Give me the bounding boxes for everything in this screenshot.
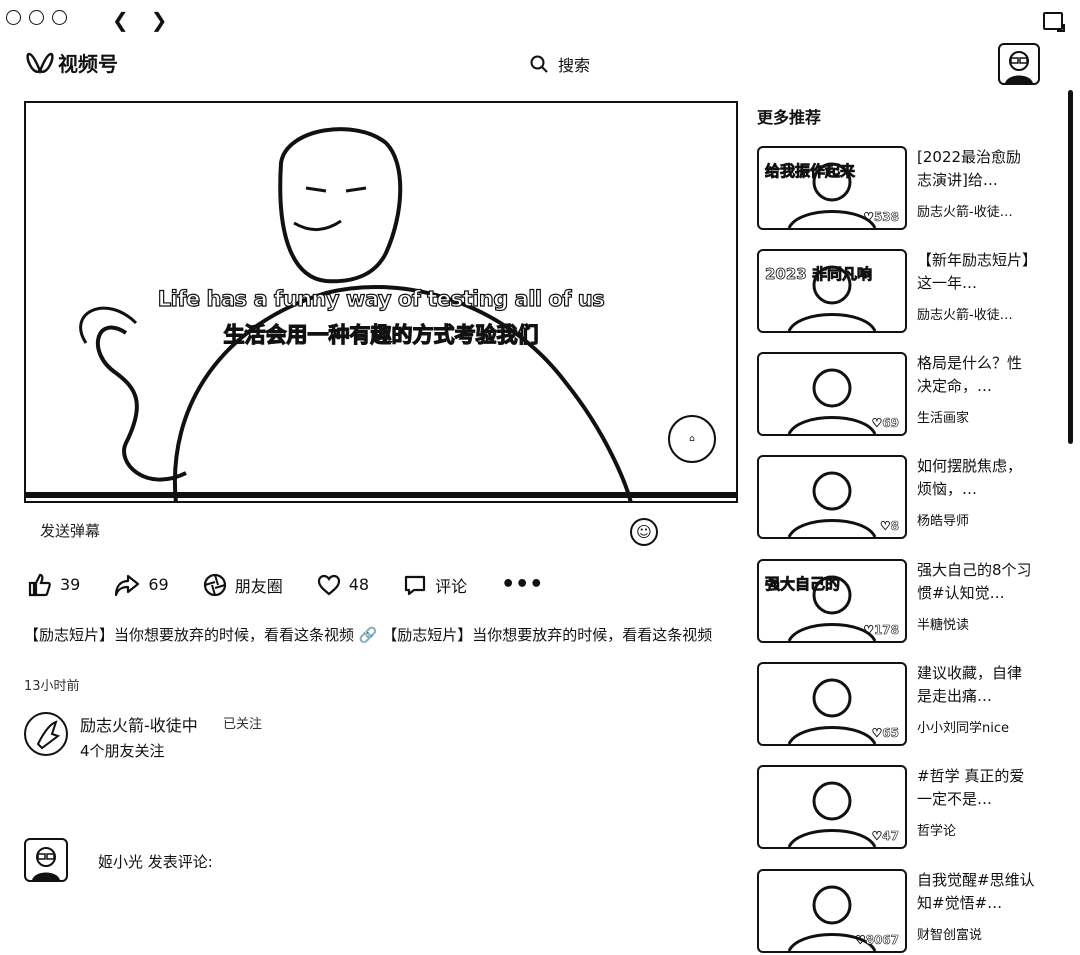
thumbnail-image: 2023 非同凡响	[765, 265, 877, 331]
recommend-author[interactable]: 哲学论	[917, 820, 1067, 839]
zoom-window-button[interactable]	[52, 10, 67, 25]
window-controls	[6, 10, 67, 25]
thumbnail-likes: ♡178	[863, 623, 899, 638]
recommend-item[interactable]: ♡47 #哲学 真正的爱一定不是… 哲学论	[757, 765, 1067, 851]
author-avatar-image	[36, 720, 61, 750]
recommend-title: 更多推荐	[757, 108, 822, 127]
recommend-author[interactable]: 小小刘同学nice	[917, 717, 1067, 736]
aperture-icon	[203, 573, 226, 596]
author-avatar[interactable]	[24, 712, 68, 756]
recommend-author[interactable]: 励志火箭-收徒…	[917, 304, 1067, 323]
comment-label: 评论	[435, 576, 468, 596]
recommend-thumbnail[interactable]: 强大自己的 ♡178	[757, 559, 907, 643]
search-label: 搜索	[558, 56, 591, 75]
channels-logo-icon	[26, 52, 54, 74]
favorite-button[interactable]: 48	[317, 574, 369, 596]
thumbnail-likes: ♡538	[863, 210, 899, 225]
recommend-title-text[interactable]: #哲学 真正的爱一定不是…	[917, 765, 1035, 811]
subtitle-english: Life has a funny way of testing all of u…	[157, 286, 605, 311]
thumbnail-likes: ♡8	[879, 519, 900, 534]
recommend-title-text[interactable]: 强大自己的8个习惯#认知觉…	[917, 559, 1035, 605]
channel-watermark-icon: ⌂	[668, 415, 716, 463]
friends-following: 4个朋友关注	[80, 742, 165, 760]
app-logo[interactable]: 视频号	[26, 48, 118, 77]
thumbnail-likes: ♡69	[871, 416, 899, 431]
danmaku-input[interactable]: 发送弹幕	[40, 520, 100, 541]
share-arrow-icon	[115, 574, 140, 596]
comment-bubble-icon	[404, 575, 426, 595]
comment-button[interactable]: 评论	[403, 573, 467, 597]
recommend-author[interactable]: 半糖悦读	[917, 614, 1067, 633]
app-name: 视频号	[58, 52, 118, 76]
search-button[interactable]: 搜索	[530, 52, 590, 76]
avatar-image	[1005, 51, 1033, 83]
subtitle-chinese: 生活会用一种有趣的方式考验我们	[223, 322, 539, 347]
recommend-item[interactable]: ♡8067 自我觉醒#思维认知#觉悟#… 财智创富说	[757, 869, 1067, 955]
recommend-thumbnail[interactable]: ♡8	[757, 455, 907, 539]
video-description: 【励志短片】当你想要放弃的时候，看看这条视频 🔗 【励志短片】当你想要放弃的时候…	[24, 626, 713, 644]
recommend-item[interactable]: ♡65 建议收藏，自律是走出痛… 小小刘同学nice	[757, 662, 1067, 748]
my-avatar	[24, 838, 68, 882]
recommend-title-text[interactable]: 【新年励志短片】这一年…	[917, 249, 1035, 295]
video-player[interactable]: Life has a funny way of testing all of u…	[24, 101, 738, 503]
recommend-thumbnail[interactable]: ♡47	[757, 765, 907, 849]
thumbnail-caption: 给我振作起来	[765, 162, 856, 180]
back-arrow-icon[interactable]: ❮	[112, 10, 129, 30]
recommend-item[interactable]: ♡69 格局是什么？性决定命，… 生活画家	[757, 352, 1067, 438]
forward-arrow-icon[interactable]: ❯	[151, 10, 168, 30]
my-avatar-image	[32, 847, 60, 880]
recommend-thumbnail[interactable]: ♡8067	[757, 869, 907, 953]
forward-button[interactable]: 69	[114, 573, 169, 597]
recommend-thumbnail[interactable]: 2023 非同凡响	[757, 249, 907, 333]
heart-icon	[317, 574, 340, 595]
moments-label: 朋友圈	[234, 576, 283, 596]
recommend-item[interactable]: ♡8 如何摆脱焦虑，烦恼，… 杨皓导师	[757, 455, 1067, 541]
minimize-window-button[interactable]	[29, 10, 44, 25]
recommend-thumbnail[interactable]: 给我振作起来 ♡538	[757, 146, 907, 230]
favorite-count: 48	[348, 575, 370, 594]
recommend-title-text[interactable]: [2022最治愈励志演讲]给…	[917, 146, 1035, 192]
recommend-thumbnail[interactable]: ♡65	[757, 662, 907, 746]
window-mode-icon[interactable]	[1043, 12, 1065, 32]
recommend-title-text[interactable]: 格局是什么？性决定命，…	[917, 352, 1035, 398]
close-window-button[interactable]	[6, 10, 21, 25]
recommend-author[interactable]: 财智创富说	[917, 924, 1067, 943]
recommend-title-text[interactable]: 自我觉醒#思维认知#觉悟#…	[917, 869, 1035, 915]
recommend-item[interactable]: 强大自己的 ♡178 强大自己的8个习惯#认知觉… 半糖悦读	[757, 559, 1067, 645]
thumbnail-caption: 强大自己的	[765, 575, 840, 593]
scrollbar[interactable]	[1068, 90, 1073, 444]
recommend-thumbnail[interactable]: ♡69	[757, 352, 907, 436]
like-count: 39	[60, 575, 81, 594]
thumbnail-likes: ♡47	[871, 829, 899, 844]
recommend-title-text[interactable]: 建议收藏，自律是走出痛…	[917, 662, 1035, 708]
recommend-author[interactable]: 生活画家	[917, 407, 1067, 426]
thumbs-up-icon	[28, 573, 51, 596]
moments-share-button[interactable]: 朋友圈	[203, 573, 283, 597]
search-icon	[530, 55, 548, 73]
more-dots-icon: •••	[501, 572, 544, 597]
forward-count: 69	[148, 575, 169, 594]
recommend-title-text[interactable]: 如何摆脱焦虑，烦恼，…	[917, 455, 1035, 501]
recommend-author[interactable]: 励志火箭-收徒…	[917, 201, 1067, 220]
follow-status[interactable]: 已关注	[223, 713, 262, 732]
like-button[interactable]: 39	[28, 573, 80, 597]
more-button[interactable]: •••	[501, 572, 543, 597]
author-name[interactable]: 励志火箭-收徒中	[80, 712, 198, 736]
post-time: 13小时前	[24, 679, 80, 694]
recommend-author[interactable]: 杨皓导师	[917, 510, 1067, 529]
comment-prompt[interactable]: 姬小光 发表评论:	[98, 851, 213, 872]
thumbnail-likes: ♡8067	[854, 933, 900, 948]
smile-icon[interactable]: ☺	[630, 518, 658, 546]
thumbnail-likes: ♡65	[871, 726, 899, 741]
recommend-item[interactable]: 给我振作起来 ♡538 [2022最治愈励志演讲]给… 励志火箭-收徒…	[757, 146, 1067, 232]
recommend-item[interactable]: 2023 非同凡响 【新年励志短片】这一年… 励志火箭-收徒…	[757, 249, 1067, 335]
nav-arrows: ❮ ❯	[112, 10, 168, 30]
action-bar: 39 69 朋友圈 48 评论 •••	[28, 572, 577, 597]
thumbnail-caption: 2023 非同凡响	[765, 265, 872, 283]
user-avatar[interactable]	[998, 43, 1040, 85]
